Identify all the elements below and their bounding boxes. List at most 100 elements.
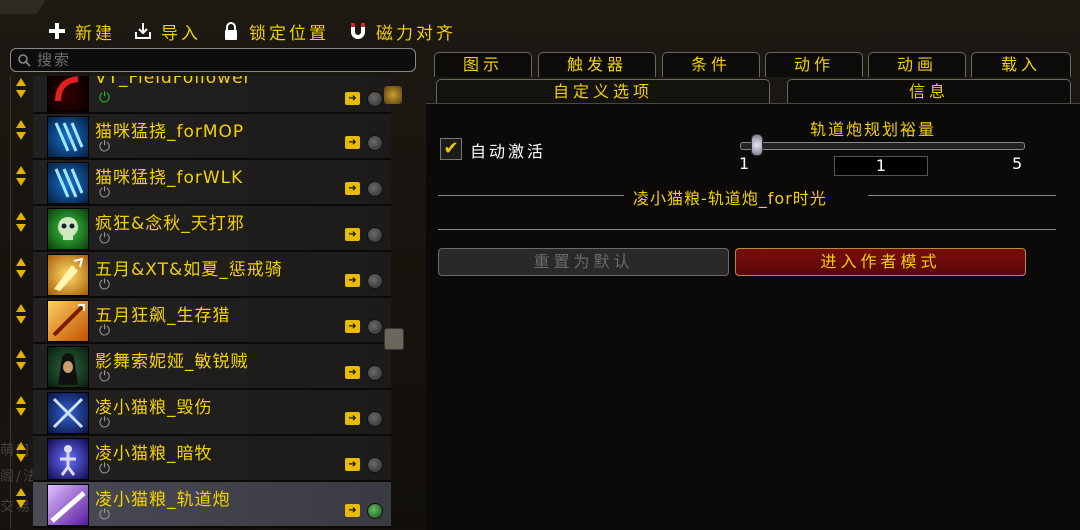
tab-custom-options[interactable]: 自定义选项 [436, 79, 770, 104]
slider-title: 轨道炮规划裕量 [810, 120, 937, 139]
aura-icon [47, 116, 89, 158]
reset-default-button[interactable]: 重置为默认 [438, 248, 729, 276]
power-icon[interactable]: ⏻ [99, 90, 110, 106]
list-item[interactable]: 猫咪猛挠_forMOP ⏻ ➜ [16, 114, 391, 160]
reorder-arrows[interactable] [16, 256, 28, 282]
list-item[interactable]: 凌小猫粮_暗牧 ⏻ ➜ [16, 436, 391, 482]
scroll-up-button[interactable] [384, 86, 402, 104]
reorder-arrows[interactable] [16, 486, 28, 512]
tab-load[interactable]: 载入 [971, 52, 1071, 77]
status-dot-icon[interactable] [367, 503, 383, 519]
list-item[interactable]: 影舞索妮娅_敏锐贼 ⏻ ➜ [16, 344, 391, 390]
move-up-icon[interactable] [16, 488, 26, 496]
move-up-icon[interactable] [16, 350, 26, 358]
status-dot-icon[interactable] [367, 457, 383, 473]
margin-slider[interactable] [740, 142, 1025, 150]
move-down-icon[interactable] [16, 362, 26, 370]
status-dot-icon[interactable] [367, 365, 383, 381]
move-down-icon[interactable] [16, 132, 26, 140]
status-dot-icon[interactable] [367, 181, 383, 197]
addon-logo [0, 0, 46, 14]
author-mode-button[interactable]: 进入作者模式 [735, 248, 1026, 276]
move-down-icon[interactable] [16, 316, 26, 324]
import-button[interactable]: 导入 [133, 16, 201, 46]
magnet-align-button[interactable]: 磁力对齐 [348, 16, 456, 46]
lock-position-label: 锁定位置 [249, 23, 329, 44]
move-up-icon[interactable] [16, 304, 26, 312]
power-icon[interactable]: ⏻ [99, 139, 110, 155]
list-item[interactable]: 猫咪猛挠_forWLK ⏻ ➜ [16, 160, 391, 206]
aura-icon [47, 254, 89, 296]
tab-conditions[interactable]: 条件 [662, 52, 760, 77]
tab-information[interactable]: 信息 [787, 79, 1071, 104]
status-dot-icon[interactable] [367, 273, 383, 289]
move-up-icon[interactable] [16, 396, 26, 404]
slider-thumb[interactable] [751, 134, 763, 156]
tab-trigger[interactable]: 触发器 [538, 52, 656, 77]
reorder-arrows[interactable] [16, 440, 28, 466]
list-item[interactable]: 疯狂&念秋_天打邪 ⏻ ➜ [16, 206, 391, 252]
expand-arrow-icon[interactable]: ➜ [345, 92, 360, 105]
scrollbar-thumb[interactable] [384, 328, 404, 350]
move-up-icon[interactable] [16, 166, 26, 174]
move-down-icon[interactable] [16, 408, 26, 416]
move-up-icon[interactable] [16, 212, 26, 220]
power-icon[interactable]: ⏻ [99, 461, 110, 477]
power-icon[interactable]: ⏻ [99, 185, 110, 201]
status-dot-icon[interactable] [367, 91, 383, 107]
reorder-arrows[interactable] [16, 118, 28, 144]
tab-display[interactable]: 图示 [434, 52, 532, 77]
move-up-icon[interactable] [16, 78, 26, 86]
move-down-icon[interactable] [16, 454, 26, 462]
list-item[interactable]: 五月狂飙_生存猎 ⏻ ➜ [16, 298, 391, 344]
reorder-arrows[interactable] [16, 302, 28, 328]
power-icon[interactable]: ⏻ [99, 231, 110, 247]
power-icon[interactable]: ⏻ [99, 415, 110, 431]
reorder-arrows[interactable] [16, 76, 28, 102]
status-dot-icon[interactable] [367, 411, 383, 427]
expand-arrow-icon[interactable]: ➜ [345, 412, 360, 425]
aura-name: 五月&XT&如夏_惩戒骑 [95, 260, 283, 280]
power-icon[interactable]: ⏻ [99, 277, 110, 293]
slider-value-input[interactable]: 1 [834, 156, 928, 176]
list-item[interactable]: 凌小猫粮_毁伤 ⏻ ➜ [16, 390, 391, 436]
status-dot-icon[interactable] [367, 135, 383, 151]
move-down-icon[interactable] [16, 90, 26, 98]
list-item[interactable]: VT_FieldFollower ⏻ ➜ [16, 76, 391, 114]
expand-arrow-icon[interactable]: ➜ [345, 274, 360, 287]
expand-arrow-icon[interactable]: ➜ [345, 504, 360, 517]
reorder-arrows[interactable] [16, 348, 28, 374]
search-input[interactable] [35, 50, 409, 70]
expand-arrow-icon[interactable]: ➜ [345, 366, 360, 379]
status-dot-icon[interactable] [367, 227, 383, 243]
expand-arrow-icon[interactable]: ➜ [345, 320, 360, 333]
expand-arrow-icon[interactable]: ➜ [345, 458, 360, 471]
tab-actions[interactable]: 动作 [765, 52, 863, 77]
new-button[interactable]: 新建 [47, 16, 115, 46]
tab-animations[interactable]: 动画 [868, 52, 966, 77]
move-up-icon[interactable] [16, 258, 26, 266]
power-icon[interactable]: ⏻ [99, 507, 110, 523]
import-label: 导入 [161, 23, 201, 44]
reorder-arrows[interactable] [16, 164, 28, 190]
aura-name: 猫咪猛挠_forWLK [95, 168, 244, 188]
expand-arrow-icon[interactable]: ➜ [345, 136, 360, 149]
move-up-icon[interactable] [16, 442, 26, 450]
move-down-icon[interactable] [16, 178, 26, 186]
list-item[interactable]: 五月&XT&如夏_惩戒骑 ⏻ ➜ [16, 252, 391, 298]
expand-arrow-icon[interactable]: ➜ [345, 228, 360, 241]
expand-arrow-icon[interactable]: ➜ [345, 182, 360, 195]
slider-max-label: 5 [1012, 154, 1023, 173]
power-icon[interactable]: ⏻ [99, 323, 110, 339]
status-dot-icon[interactable] [367, 319, 383, 335]
move-down-icon[interactable] [16, 500, 26, 508]
reorder-arrows[interactable] [16, 210, 28, 236]
move-up-icon[interactable] [16, 120, 26, 128]
lock-position-button[interactable]: 锁定位置 [221, 16, 329, 46]
power-icon[interactable]: ⏻ [99, 369, 110, 385]
move-down-icon[interactable] [16, 270, 26, 278]
list-item-selected[interactable]: 凌小猫粮_轨道炮 ⏻ ➜ [16, 482, 391, 528]
auto-activate-checkbox[interactable]: ✔ [440, 138, 462, 160]
reorder-arrows[interactable] [16, 394, 28, 420]
move-down-icon[interactable] [16, 224, 26, 232]
